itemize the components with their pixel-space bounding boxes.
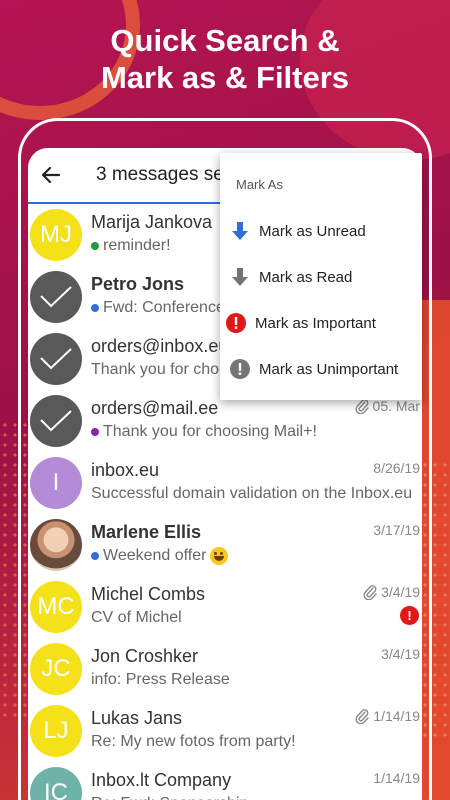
avatar[interactable]: IC <box>30 767 82 800</box>
promo-headline: Quick Search & Mark as & Filters <box>0 22 450 96</box>
back-button[interactable] <box>28 148 74 203</box>
important-icon: ! <box>400 606 419 625</box>
message-date: 8/26/19 <box>373 460 420 476</box>
selected-avatar[interactable] <box>30 271 82 323</box>
message-row[interactable]: LJ Lukas Jans Re: My new fotos from party!… <box>28 700 422 762</box>
menu-item-label: Mark as Read <box>259 268 353 286</box>
message-row[interactable]: JC Jon Croshker info: Press Release 3/4/19 <box>28 638 422 700</box>
message-date: 1/14/19 <box>373 770 420 786</box>
message-subject: Re: Fwd: Sponsorship <box>91 795 248 800</box>
message-subject: reminder! <box>103 237 171 254</box>
message-text: inbox.eu Successful domain validation on … <box>91 458 416 506</box>
message-subject-line: info: Press Release <box>91 668 416 692</box>
unread-dot-icon <box>91 427 99 436</box>
message-subject: CV of Michel <box>91 609 182 626</box>
message-date: 05. Mar <box>372 398 420 414</box>
menu-item-label: Mark as Unimportant <box>259 360 399 378</box>
message-meta: 1/14/19 <box>373 770 420 786</box>
menu-item-mark-unread[interactable]: Mark as Unread <box>220 208 422 254</box>
check-icon <box>40 348 72 370</box>
avatar-photo[interactable] <box>30 519 82 571</box>
message-subject: Re: My new fotos from party! <box>91 733 296 750</box>
message-row[interactable]: MC Michel Combs CV of Michel 3/4/19! <box>28 576 422 638</box>
attachment-icon <box>363 585 377 600</box>
check-icon <box>40 410 72 432</box>
message-row[interactable]: Iinbox.eu Successful domain validation on… <box>28 452 422 514</box>
headline-line-1: Quick Search & <box>110 23 340 58</box>
message-meta: 05. Mar <box>355 398 420 414</box>
message-subject: Thank you for choosing Mail+! <box>103 423 317 440</box>
avatar[interactable]: MJ <box>30 209 82 261</box>
message-subject-line: Re: Fwd: Sponsorship <box>91 792 416 800</box>
message-subject-line: Re: My new fotos from party! <box>91 730 416 754</box>
message-subject: Successful domain validation on the Inbo… <box>91 485 413 502</box>
message-meta: 3/17/19 <box>373 522 420 538</box>
smile-emoji-icon <box>210 546 229 565</box>
menu-item-mark-important[interactable]: Mark as Important <box>220 300 422 346</box>
message-sender: Jon Croshker <box>91 646 199 666</box>
unread-dot-icon <box>91 303 99 312</box>
message-subject: Weekend offer <box>103 547 207 564</box>
message-text: Inbox.lt Company Re: Fwd: Sponsorship <box>91 768 416 800</box>
message-subject-line: CV of Michel <box>91 606 416 630</box>
message-sender: Marlene Ellis <box>91 522 202 542</box>
check-icon <box>40 286 72 308</box>
selected-avatar[interactable] <box>30 333 82 385</box>
message-meta: 1/14/19 <box>355 708 420 724</box>
attachment-icon <box>355 399 369 414</box>
unread-dot-icon <box>91 551 99 560</box>
message-text: Jon Croshker info: Press Release <box>91 644 416 692</box>
important-red-icon <box>226 313 246 333</box>
message-subject-line: Thank you for choosing Mail+! <box>91 420 416 444</box>
arrow-down-gray-icon <box>230 267 250 287</box>
menu-item-label: Mark as Important <box>255 314 376 332</box>
message-date: 3/4/19 <box>381 646 420 662</box>
message-sender: inbox.eu <box>91 460 160 480</box>
avatar[interactable]: I <box>30 457 82 509</box>
message-meta: 3/4/19 <box>363 584 420 600</box>
message-date: 3/17/19 <box>373 522 420 538</box>
avatar[interactable]: MC <box>30 581 82 633</box>
message-subject: Fwd: Conference <box>103 299 225 316</box>
menu-item-mark-unimportant[interactable]: Mark as Unimportant <box>220 346 422 392</box>
headline-line-2: Mark as & Filters <box>100 60 350 95</box>
avatar[interactable]: LJ <box>30 705 82 757</box>
message-row[interactable]: IC Inbox.lt Company Re: Fwd: Sponsorship 1/… <box>28 762 422 800</box>
arrow-left-icon <box>41 166 61 184</box>
message-text: Marlene Ellis Weekend offer <box>91 520 416 568</box>
message-meta: 8/26/19 <box>373 460 420 476</box>
message-sender: Inbox.lt Company <box>91 770 232 790</box>
message-subject-line: Weekend offer <box>91 544 416 568</box>
message-subject: info: Press Release <box>91 671 230 688</box>
menu-item-label: Mark as Unread <box>259 222 366 240</box>
message-subject-line: Successful domain validation on the Inbo… <box>91 482 416 506</box>
attachment-icon <box>355 709 369 724</box>
important-gray-icon <box>230 359 250 379</box>
message-row[interactable]: Marlene Ellis Weekend offer 3/17/19 <box>28 514 422 576</box>
arrow-down-blue-icon <box>230 221 250 241</box>
menu-header: Mark As <box>236 177 283 192</box>
selected-avatar[interactable] <box>30 395 82 447</box>
message-meta: 3/4/19 <box>381 646 420 662</box>
menu-item-mark-read[interactable]: Mark as Read <box>220 254 422 300</box>
avatar[interactable]: JC <box>30 643 82 695</box>
unread-dot-icon <box>91 241 99 250</box>
message-date: 1/14/19 <box>373 708 420 724</box>
mark-as-menu: Mark As Mark as Unread Mark as Read Mark… <box>220 153 422 400</box>
message-date: 3/4/19 <box>381 584 420 600</box>
